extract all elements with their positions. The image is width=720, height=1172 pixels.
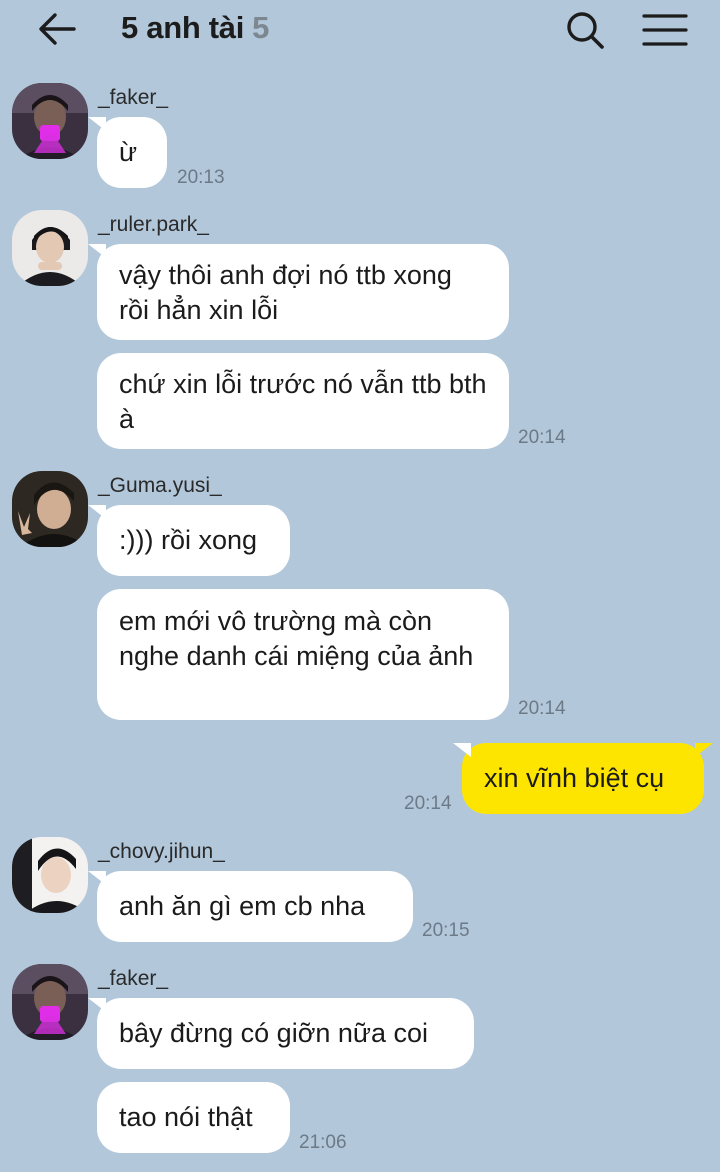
- search-button[interactable]: [562, 8, 608, 54]
- arrow-left-icon: [39, 13, 76, 45]
- chat-header: 5 anh tài 5: [0, 0, 720, 62]
- sender-name: _faker_: [98, 967, 169, 990]
- message-time: 20:15: [422, 920, 470, 941]
- profile-photo-icon: [12, 210, 88, 286]
- message-time: 20:14: [518, 698, 566, 719]
- profile-photo-icon: [12, 471, 88, 547]
- search-icon: [567, 12, 604, 49]
- avatar-faker[interactable]: [12, 83, 88, 159]
- member-count: 5: [252, 10, 270, 45]
- my-message-bubble[interactable]: xin vĩnh biệt cụ: [453, 743, 713, 814]
- avatar-guma-yusi[interactable]: [12, 471, 88, 547]
- avatar-faker[interactable]: [12, 964, 88, 1040]
- sender-name: _chovy.jihun_: [98, 840, 225, 863]
- message-bubble[interactable]: ừ: [88, 117, 167, 188]
- sender-name: _faker_: [98, 86, 169, 109]
- chat-title: 5 anh tài 5: [121, 10, 269, 46]
- message-bubble[interactable]: :))) rồi xong: [88, 505, 290, 576]
- message-time: 20:13: [177, 167, 225, 188]
- message-bubble[interactable]: chứ xin lỗi trước nó vẫn ttb bth à: [97, 353, 509, 449]
- message-bubble[interactable]: bây đừng có giỡn nữa coi: [88, 998, 474, 1069]
- hamburger-menu-icon: [642, 14, 688, 46]
- message-bubble[interactable]: vậy thôi anh đợi nó ttb xong rồi hẳn xin…: [88, 244, 509, 340]
- message-time: 21:06: [299, 1132, 347, 1153]
- message-time: 20:14: [404, 793, 452, 814]
- back-button[interactable]: [34, 10, 78, 50]
- avatar-chovy-jihun[interactable]: [12, 837, 88, 913]
- message-bubble[interactable]: anh ăn gì em cb nha: [88, 871, 413, 942]
- sender-name: _ruler.park_: [98, 213, 209, 236]
- profile-photo-icon: [12, 83, 88, 159]
- message-bubble[interactable]: tao nói thật: [97, 1082, 290, 1153]
- profile-photo-icon: [12, 964, 88, 1040]
- menu-button[interactable]: [640, 8, 690, 54]
- message-time: 20:14: [518, 427, 566, 448]
- message-bubble[interactable]: em mới vô trường mà còn nghe danh cái mi…: [97, 589, 509, 720]
- sender-name: _Guma.yusi_: [98, 474, 222, 497]
- profile-photo-icon: [12, 837, 88, 913]
- chat-room-name: 5 anh tài: [121, 10, 245, 45]
- avatar-ruler-park[interactable]: [12, 210, 88, 286]
